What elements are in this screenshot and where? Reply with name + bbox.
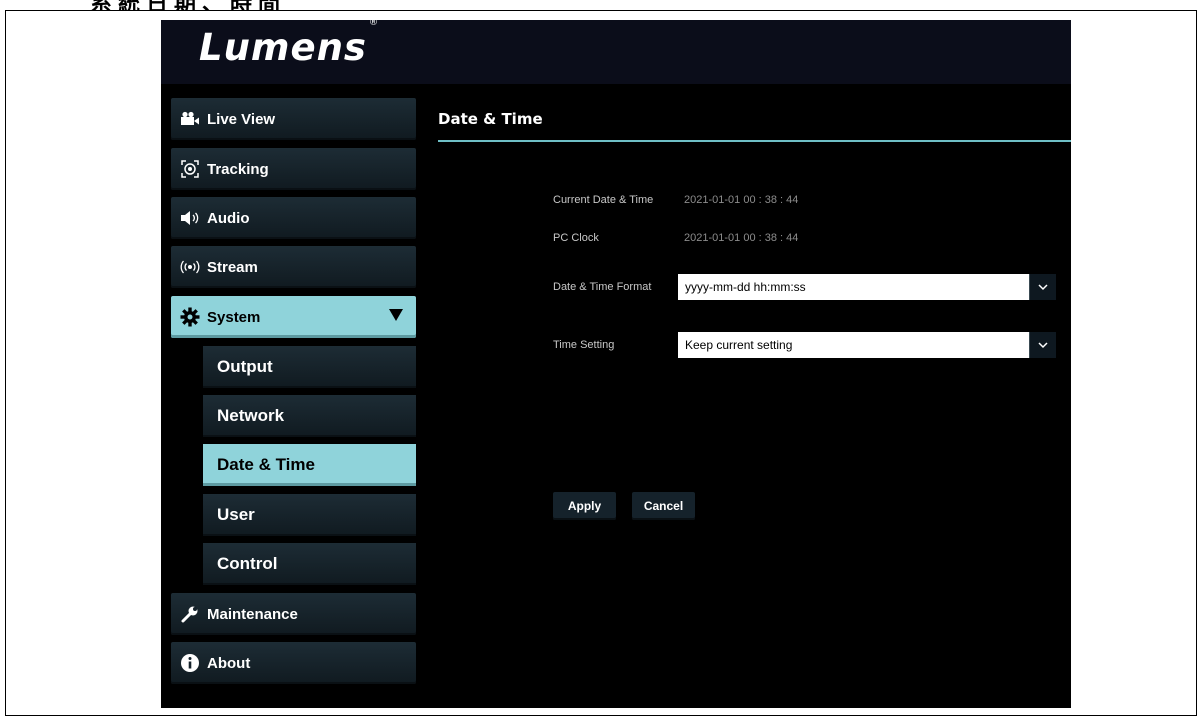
triangle-down-icon (388, 308, 404, 326)
time-setting-select[interactable]: Keep current setting (678, 332, 1056, 358)
video-camera-icon (179, 108, 201, 130)
info-icon (179, 652, 201, 674)
pc-clock-value: 2021-01-01 00 : 38 : 44 (684, 232, 799, 244)
sidebar-subitem-label: User (217, 505, 255, 524)
sidebar-subitem-output[interactable]: Output (203, 346, 416, 388)
main-panel: Date & Time Current Date & Time 2021-01-… (416, 84, 1071, 708)
sidebar-item-label: Live View (207, 110, 276, 128)
date-time-format-value: yyyy-mm-dd hh:mm:ss (685, 280, 806, 294)
time-setting-value: Keep current setting (685, 338, 793, 352)
sidebar-subitem-label: Network (217, 406, 285, 425)
sidebar-subitem-date-time[interactable]: Date & Time (203, 444, 416, 486)
sidebar-subitem-network[interactable]: Network (203, 395, 416, 437)
top-bar: Lumens® (161, 20, 1071, 84)
apply-button[interactable]: Apply (553, 492, 616, 520)
sidebar-item-live-view[interactable]: Live View (171, 98, 416, 140)
date-time-format-select[interactable]: yyyy-mm-dd hh:mm:ss (678, 274, 1056, 300)
sidebar-subitem-label: Date & Time (217, 455, 315, 474)
chevron-down-icon[interactable] (1029, 332, 1056, 358)
sidebar-subitem-label: Control (217, 554, 278, 573)
chevron-down-icon[interactable] (1029, 274, 1056, 300)
lumens-logo: Lumens® (199, 20, 379, 69)
sidebar-item-label: System (207, 308, 261, 326)
sidebar-item-about[interactable]: About (171, 642, 416, 684)
date-time-format-label: Date & Time Format (553, 281, 652, 293)
wrench-icon (179, 603, 201, 625)
sidebar-item-label: Maintenance (207, 605, 298, 623)
speaker-icon (179, 207, 201, 229)
page-title: Date & Time (438, 110, 543, 128)
title-divider (438, 140, 1071, 142)
sidebar-subitem-control[interactable]: Control (203, 543, 416, 585)
time-setting-label: Time Setting (553, 339, 615, 351)
sidebar-item-stream[interactable]: Stream (171, 246, 416, 288)
pc-clock-label: PC Clock (553, 232, 599, 244)
broadcast-icon (179, 256, 201, 278)
sidebar-subitem-user[interactable]: User (203, 494, 416, 536)
sidebar-item-audio[interactable]: Audio (171, 197, 416, 239)
sidebar-item-tracking[interactable]: Tracking (171, 148, 416, 190)
sidebar-item-maintenance[interactable]: Maintenance (171, 593, 416, 635)
sidebar-item-label: Audio (207, 209, 250, 227)
gear-icon (179, 306, 201, 328)
cancel-button[interactable]: Cancel (632, 492, 695, 520)
tracking-target-icon (179, 158, 201, 180)
app-window: Lumens® Live View Tracking Audio Stream (161, 20, 1071, 708)
sidebar-item-label: Tracking (207, 160, 269, 178)
sidebar-item-system[interactable]: System (171, 296, 416, 338)
current-date-time-label: Current Date & Time (553, 194, 654, 206)
sidebar-item-label: About (207, 654, 251, 672)
sidebar-subitem-label: Output (217, 357, 273, 376)
sidebar-item-label: Stream (207, 258, 258, 276)
current-date-time-value: 2021-01-01 00 : 38 : 44 (684, 194, 799, 206)
sidebar: Live View Tracking Audio Stream System O… (161, 84, 416, 708)
